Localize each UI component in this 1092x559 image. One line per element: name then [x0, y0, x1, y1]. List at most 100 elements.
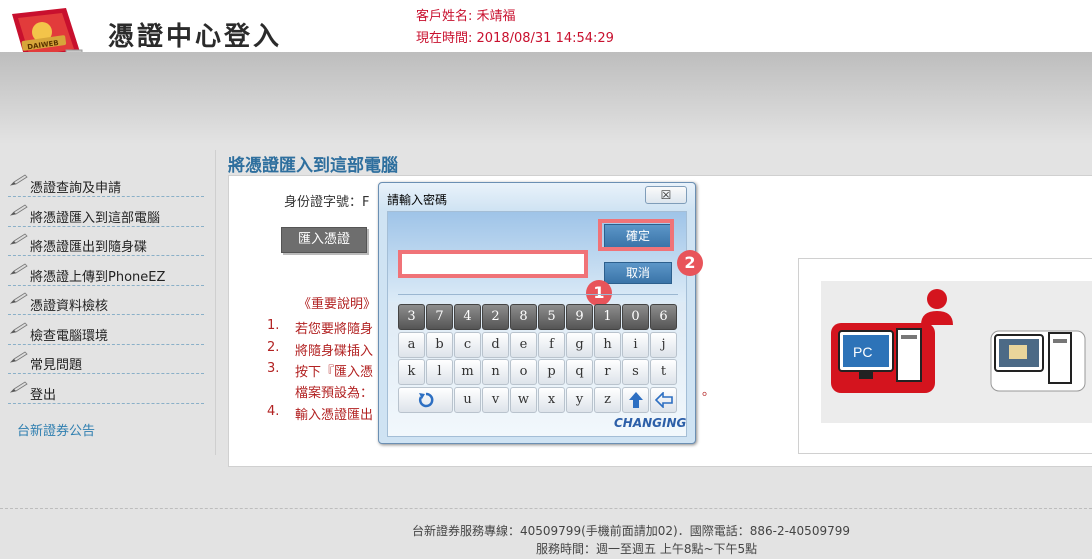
- note-text: 輸入憑證匯出: [295, 408, 374, 423]
- dialog-title: 請輸入密碼: [387, 193, 448, 207]
- key-letter[interactable]: p: [538, 359, 565, 385]
- keyboard-separator: [398, 294, 678, 295]
- cancel-button[interactable]: 取消: [604, 262, 672, 284]
- pen-icon: [10, 292, 28, 304]
- pen-icon: [10, 174, 28, 186]
- key-letter[interactable]: q: [566, 359, 593, 385]
- announcement-link[interactable]: 台新證券公告: [17, 420, 95, 439]
- sidebar-item-label: 將憑證匯入到這部電腦: [30, 210, 161, 226]
- sidebar-item-label: 憑證查詢及申請: [30, 181, 122, 196]
- key-letter[interactable]: i: [622, 332, 649, 358]
- key-letter[interactable]: z: [594, 387, 621, 413]
- note-text: 按下『匯入憑: [295, 365, 374, 380]
- key-letter[interactable]: v: [482, 387, 509, 413]
- key-letter[interactable]: u: [454, 387, 481, 413]
- footer-divider: [0, 508, 1092, 510]
- key-letter[interactable]: r: [594, 359, 621, 385]
- pen-icon: [10, 380, 28, 393]
- password-input[interactable]: [402, 254, 584, 274]
- sidebar-item-label: 憑證資料檢核: [30, 299, 109, 314]
- sidebar-item-label: 登出: [30, 387, 57, 403]
- shift-arrow-icon: [628, 392, 643, 408]
- pen-icon: [10, 203, 28, 216]
- sidebar-divider: [215, 150, 216, 455]
- dialog-titlebar: 請輸入密碼 ☒: [379, 183, 695, 211]
- header-bar: DAIWEB 憑證中心登入 客戶姓名: 禾靖福 現在時間: 2018/08/31…: [0, 0, 1092, 62]
- sidebar-item-label: 常見問題: [30, 358, 83, 373]
- key-letter[interactable]: w: [510, 387, 537, 413]
- pc-label: PC: [853, 344, 872, 360]
- note-text: 將隨身碟插入: [295, 344, 374, 359]
- key-letter[interactable]: y: [566, 387, 593, 413]
- note-number: 1.: [267, 318, 280, 333]
- pen-icon: [10, 351, 28, 363]
- footer-service-line: 台新證券服務專線：40509799(手機前面請加02)．國際電話：886-2-4…: [412, 524, 850, 538]
- key-digit[interactable]: 9: [566, 304, 593, 330]
- note-text: 若您要將隨身: [295, 322, 374, 337]
- step-badge-1: 1: [586, 280, 612, 306]
- footer-service-hours: 服務時間：週一至週五 上午8點~下午5點: [536, 542, 758, 556]
- confirm-highlight: [598, 219, 674, 251]
- key-digit[interactable]: 0: [622, 304, 649, 330]
- key-digit[interactable]: 8: [510, 304, 537, 330]
- sidebar-item-cert-check[interactable]: 憑證資料檢核: [8, 286, 204, 315]
- close-icon: ☒: [660, 188, 672, 202]
- key-digit[interactable]: 4: [454, 304, 481, 330]
- key-letter[interactable]: e: [510, 332, 537, 358]
- key-letter[interactable]: b: [426, 332, 453, 358]
- key-letter[interactable]: t: [650, 359, 677, 385]
- key-letter[interactable]: d: [482, 332, 509, 358]
- sidebar-item-label: 檢查電腦環境: [30, 328, 109, 344]
- key-letter[interactable]: l: [426, 359, 453, 385]
- key-letter[interactable]: o: [510, 359, 537, 385]
- note-tail: 。: [702, 384, 716, 399]
- key-letter[interactable]: k: [398, 359, 425, 385]
- note-number: 3.: [267, 361, 280, 376]
- notes-title: 《重要說明》: [298, 297, 377, 312]
- key-letter[interactable]: a: [398, 332, 425, 358]
- sidebar-item-env-check[interactable]: 檢查電腦環境: [8, 316, 204, 345]
- customer-name: 客戶姓名: 禾靖福: [416, 9, 516, 24]
- sidebar-item-logout[interactable]: 登出: [8, 375, 204, 404]
- backspace-key[interactable]: [650, 387, 677, 413]
- key-letter[interactable]: m: [454, 359, 481, 385]
- sidebar-item-import-cert[interactable]: 將憑證匯入到這部電腦: [8, 198, 204, 227]
- sidebar-item-faq[interactable]: 常見問題: [8, 345, 204, 374]
- close-button[interactable]: ☒: [645, 186, 687, 204]
- undo-key[interactable]: [398, 387, 453, 413]
- page-title: 將憑證匯入到這部電腦: [228, 156, 398, 176]
- key-letter[interactable]: h: [594, 332, 621, 358]
- key-letter[interactable]: c: [454, 332, 481, 358]
- note-number: 4.: [267, 404, 280, 419]
- header-shade: [0, 52, 1092, 144]
- sidebar-item-upload-phoneez[interactable]: 將憑證上傳到PhoneEZ: [8, 257, 204, 286]
- keyboard-brand-logo: CHANGING: [614, 416, 687, 430]
- key-digit[interactable]: 3: [398, 304, 425, 330]
- key-digit[interactable]: 6: [650, 304, 677, 330]
- undo-icon: [418, 392, 433, 408]
- key-letter[interactable]: f: [538, 332, 565, 358]
- key-letter[interactable]: s: [622, 359, 649, 385]
- id-number-label: 身份證字號：F: [284, 195, 370, 210]
- key-letter[interactable]: n: [482, 359, 509, 385]
- sidebar-item-cert-query[interactable]: 憑證查詢及申請: [8, 168, 204, 197]
- key-letter[interactable]: g: [566, 332, 593, 358]
- import-cert-button[interactable]: 匯入憑證: [281, 227, 367, 253]
- current-time: 現在時間: 2018/08/31 14:54:29: [416, 31, 614, 46]
- site-title: 憑證中心登入: [108, 22, 283, 52]
- note-number: 2.: [267, 340, 280, 355]
- sidebar-menu: 憑證查詢及申請 將憑證匯入到這部電腦 將憑證匯出到隨身碟 將憑證上傳到Phone…: [8, 168, 204, 404]
- key-digit[interactable]: 2: [482, 304, 509, 330]
- key-letter[interactable]: j: [650, 332, 677, 358]
- note-text: 檔案預設為：: [295, 386, 374, 401]
- sidebar-item-export-cert[interactable]: 將憑證匯出到隨身碟: [8, 227, 204, 256]
- key-letter[interactable]: x: [538, 387, 565, 413]
- key-digit[interactable]: 5: [538, 304, 565, 330]
- key-digit[interactable]: 7: [426, 304, 453, 330]
- key-digit[interactable]: 1: [594, 304, 621, 330]
- pen-icon: [10, 233, 28, 245]
- sidebar-item-label: 將憑證匯出到隨身碟: [30, 240, 148, 255]
- sidebar-item-label: 將憑證上傳到PhoneEZ: [30, 269, 166, 285]
- shift-key[interactable]: [622, 387, 649, 413]
- backspace-icon: [654, 391, 673, 409]
